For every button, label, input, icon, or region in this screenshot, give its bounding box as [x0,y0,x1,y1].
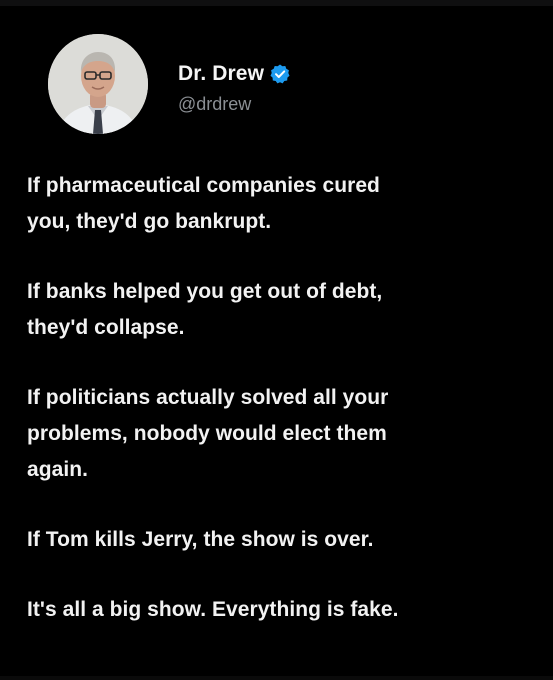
bottom-border [0,676,553,680]
tweet-line: If politicians actually solved all your [27,386,389,409]
avatar-portrait-image [48,34,148,134]
author-handle[interactable]: @drdrew [178,94,291,115]
tweet-paragraph: If banks helped you get out of debt, the… [27,274,527,346]
tweet-paragraph: It's all a big show. Everything is fake. [27,592,527,628]
author-display-name[interactable]: Dr. Drew [178,62,264,86]
tweet-line: If Tom kills Jerry, the show is over. [27,528,374,551]
tweet-line: problems, nobody would elect them [27,422,387,445]
avatar[interactable] [48,34,148,134]
tweet-paragraph: If pharmaceutical companies cured you, t… [27,168,527,240]
author-identity: Dr. Drew @drdrew [178,61,291,115]
tweet-paragraph: If Tom kills Jerry, the show is over. [27,522,527,558]
tweet-line: again. [27,458,88,481]
verified-badge-icon [269,63,291,85]
tweet-card: Dr. Drew @drdrew If pharmaceutical compa… [0,0,553,680]
tweet-line: It's all a big show. Everything is fake. [27,598,399,621]
tweet-paragraph: If politicians actually solved all your … [27,380,527,488]
tweet-line: If banks helped you get out of debt, [27,280,383,303]
top-border [0,0,553,6]
tweet-body: If pharmaceutical companies cured you, t… [27,168,527,662]
tweet-header: Dr. Drew @drdrew [48,34,291,134]
name-row: Dr. Drew [178,61,291,87]
tweet-line: If pharmaceutical companies cured [27,174,380,197]
tweet-line: you, they'd go bankrupt. [27,210,272,233]
tweet-line: they'd collapse. [27,316,185,339]
